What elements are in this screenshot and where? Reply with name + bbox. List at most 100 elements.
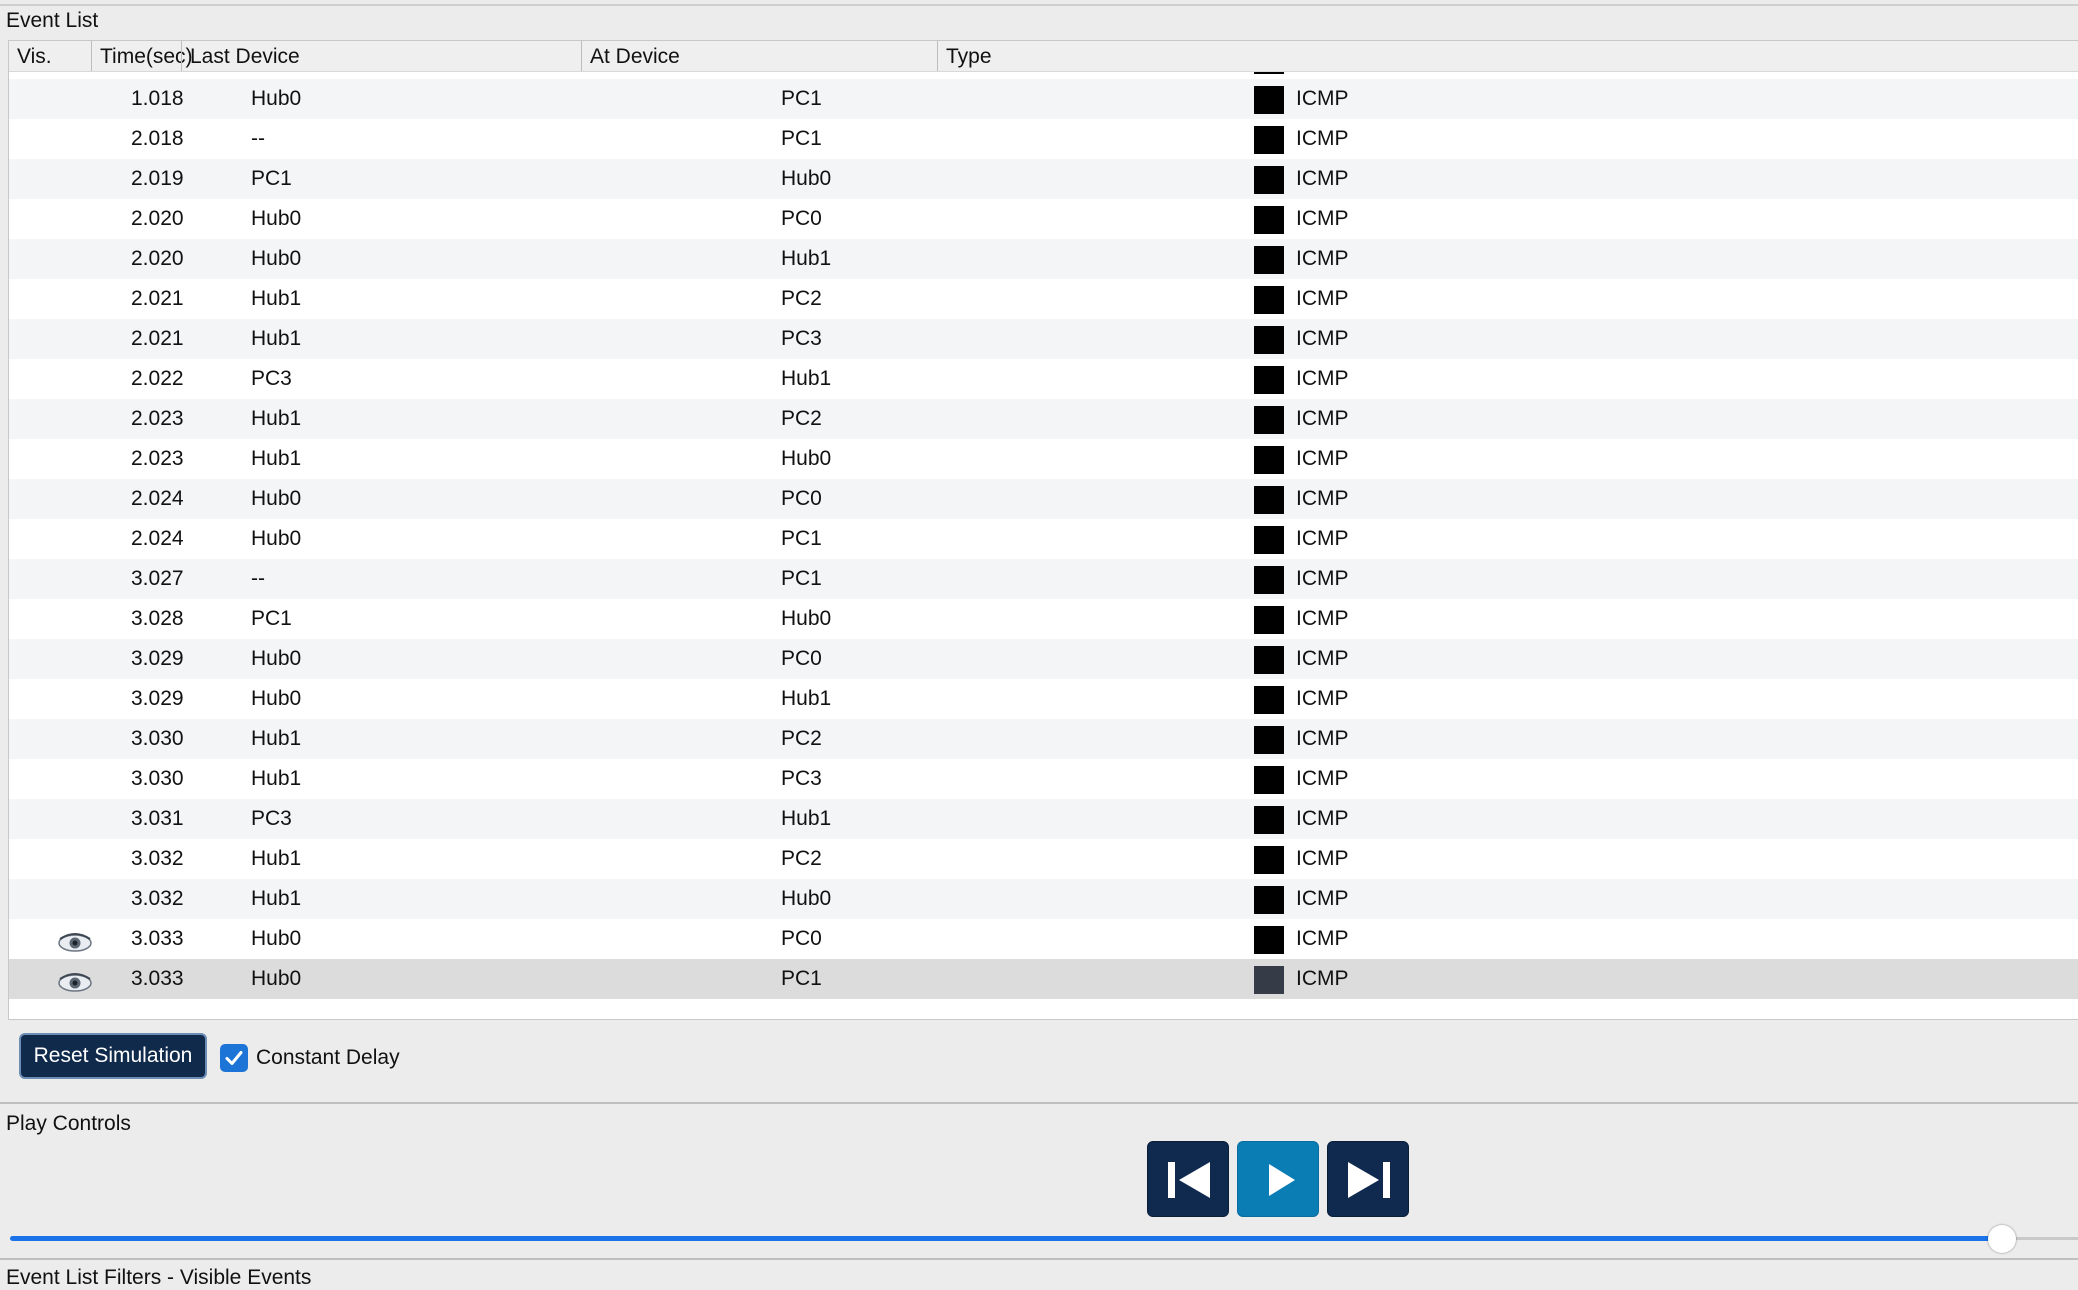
column-header-type[interactable]: Type	[937, 41, 2078, 71]
playback-slider-thumb[interactable]	[1988, 1225, 2016, 1253]
previous-event-button[interactable]	[1147, 1141, 1229, 1217]
packet-color-swatch	[1254, 766, 1284, 794]
cell-at-device: PC0	[781, 927, 822, 950]
next-event-button[interactable]	[1327, 1141, 1409, 1217]
table-row[interactable]: 3.029 Hub0 Hub1 ICMP	[9, 679, 2078, 719]
packet-color-swatch	[1254, 486, 1284, 514]
cell-time: 2.021	[131, 287, 184, 310]
cell-at-device: PC1	[781, 87, 822, 110]
cell-last-device: Hub0	[251, 207, 302, 230]
cell-last-device: --	[251, 567, 265, 590]
cell-last-device: PC1	[251, 607, 292, 630]
packet-color-swatch	[1254, 966, 1284, 994]
cell-at-device: Hub1	[781, 247, 832, 270]
skip-forward-icon	[1348, 1162, 1390, 1198]
packet-color-swatch	[1254, 406, 1284, 434]
cell-type: ICMP	[1296, 407, 1349, 430]
packet-color-swatch	[1254, 846, 1284, 874]
column-header-vis[interactable]: Vis.	[9, 41, 91, 71]
cell-type: ICMP	[1296, 727, 1349, 750]
table-row[interactable]: 3.027 -- PC1 ICMP	[9, 559, 2078, 599]
column-header-time[interactable]: Time(sec)	[91, 41, 193, 71]
visibility-eye-icon[interactable]	[57, 928, 93, 952]
playback-slider-track[interactable]	[10, 1236, 2002, 1241]
cell-last-device: Hub1	[251, 847, 302, 870]
table-row[interactable]: 2.022 PC3 Hub1 ICMP	[9, 359, 2078, 399]
checkmark-icon	[225, 1051, 243, 1065]
table-row[interactable]: 2.021 Hub1 PC2 ICMP	[9, 279, 2078, 319]
table-row[interactable]: 2.021 Hub1 PC3 ICMP	[9, 319, 2078, 359]
section-divider	[0, 1258, 2078, 1260]
cell-type: ICMP	[1296, 247, 1349, 270]
cell-time: 2.023	[131, 407, 184, 430]
cell-at-device: PC1	[781, 527, 822, 550]
cell-type: ICMP	[1296, 767, 1349, 790]
cell-time: 2.024	[131, 527, 184, 550]
cell-time: 2.019	[131, 167, 184, 190]
cell-at-device: PC2	[781, 727, 822, 750]
cell-time: 3.029	[131, 647, 184, 670]
table-row[interactable]: 2.024 Hub0 PC0 ICMP	[9, 479, 2078, 519]
table-row[interactable]: 3.033 Hub0 PC0 ICMP	[9, 919, 2078, 959]
cell-time: 2.022	[131, 367, 184, 390]
cell-last-device: Hub1	[251, 447, 302, 470]
cell-time: 2.021	[131, 327, 184, 350]
cell-at-device: Hub0	[781, 607, 832, 630]
table-row[interactable]: 3.028 PC1 Hub0 ICMP	[9, 599, 2078, 639]
cell-at-device: PC1	[781, 967, 822, 990]
packet-color-swatch	[1254, 686, 1284, 714]
cell-last-device: --	[251, 127, 265, 150]
table-row[interactable]: 3.030 Hub1 PC3 ICMP	[9, 759, 2078, 799]
packet-color-swatch	[1254, 926, 1284, 954]
table-row[interactable]: 3.033 Hub0 PC1 ICMP	[9, 959, 2078, 999]
cell-time: 2.024	[131, 487, 184, 510]
event-list-table[interactable]: 1.018 Hub0 PC0 ICMP 1.018Hub0PC1ICMP2.018--P…	[8, 40, 2078, 1020]
constant-delay-checkbox[interactable]	[220, 1044, 248, 1072]
table-row[interactable]: 3.031 PC3 Hub1 ICMP	[9, 799, 2078, 839]
cell-type: ICMP	[1296, 207, 1349, 230]
packet-color-swatch	[1254, 526, 1284, 554]
cell-last-device: Hub0	[251, 967, 302, 990]
cell-time: 2.023	[131, 447, 184, 470]
packet-color-swatch	[1254, 566, 1284, 594]
packet-color-swatch	[1254, 126, 1284, 154]
cell-last-device: PC3	[251, 367, 292, 390]
cell-type: ICMP	[1296, 807, 1349, 830]
packet-color-swatch	[1254, 646, 1284, 674]
reset-simulation-button[interactable]: Reset Simulation	[19, 1033, 207, 1079]
cell-type: ICMP	[1296, 647, 1349, 670]
table-row[interactable]: 3.032 Hub1 PC2 ICMP	[9, 839, 2078, 879]
cell-last-device: Hub0	[251, 487, 302, 510]
skip-back-icon	[1168, 1162, 1210, 1198]
table-row[interactable]: 2.023 Hub1 Hub0 ICMP	[9, 439, 2078, 479]
cell-last-device: Hub1	[251, 327, 302, 350]
cell-type: ICMP	[1296, 967, 1349, 990]
table-row[interactable]: 2.020 Hub0 PC0 ICMP	[9, 199, 2078, 239]
table-row[interactable]: 2.018 -- PC1 ICMP	[9, 119, 2078, 159]
cell-at-device: PC0	[781, 487, 822, 510]
column-header-last-device[interactable]: Last Device	[181, 41, 581, 71]
cell-last-device: Hub1	[251, 407, 302, 430]
cell-time: 1.018	[131, 87, 184, 110]
cell-type: ICMP	[1296, 847, 1349, 870]
play-button[interactable]	[1237, 1141, 1319, 1217]
table-row[interactable]: 2.020 Hub0 Hub1 ICMP	[9, 239, 2078, 279]
cell-at-device: Hub0	[781, 887, 832, 910]
cell-time: 3.030	[131, 727, 184, 750]
visibility-eye-icon[interactable]	[57, 968, 93, 992]
cell-time: 2.020	[131, 247, 184, 270]
cell-type: ICMP	[1296, 487, 1349, 510]
table-row[interactable]: 2.023 Hub1 PC2 ICMP	[9, 399, 2078, 439]
table-row[interactable]: 3.029 Hub0 PC0 ICMP	[9, 639, 2078, 679]
table-row[interactable]: 2.024 Hub0 PC1 ICMP	[9, 519, 2078, 559]
packet-color-swatch	[1254, 886, 1284, 914]
table-row[interactable]: 3.030 Hub1 PC2 ICMP	[9, 719, 2078, 759]
cell-type: ICMP	[1296, 887, 1349, 910]
cell-type: ICMP	[1296, 687, 1349, 710]
top-border	[0, 4, 2078, 6]
table-row[interactable]: 2.019 PC1 Hub0 ICMP	[9, 159, 2078, 199]
column-header-at-device[interactable]: At Device	[581, 41, 937, 71]
table-row[interactable]: 3.032 Hub1 Hub0 ICMP	[9, 879, 2078, 919]
table-row[interactable]: 1.018 Hub0 PC1 ICMP	[9, 79, 2078, 119]
cell-at-device: PC0	[781, 647, 822, 670]
